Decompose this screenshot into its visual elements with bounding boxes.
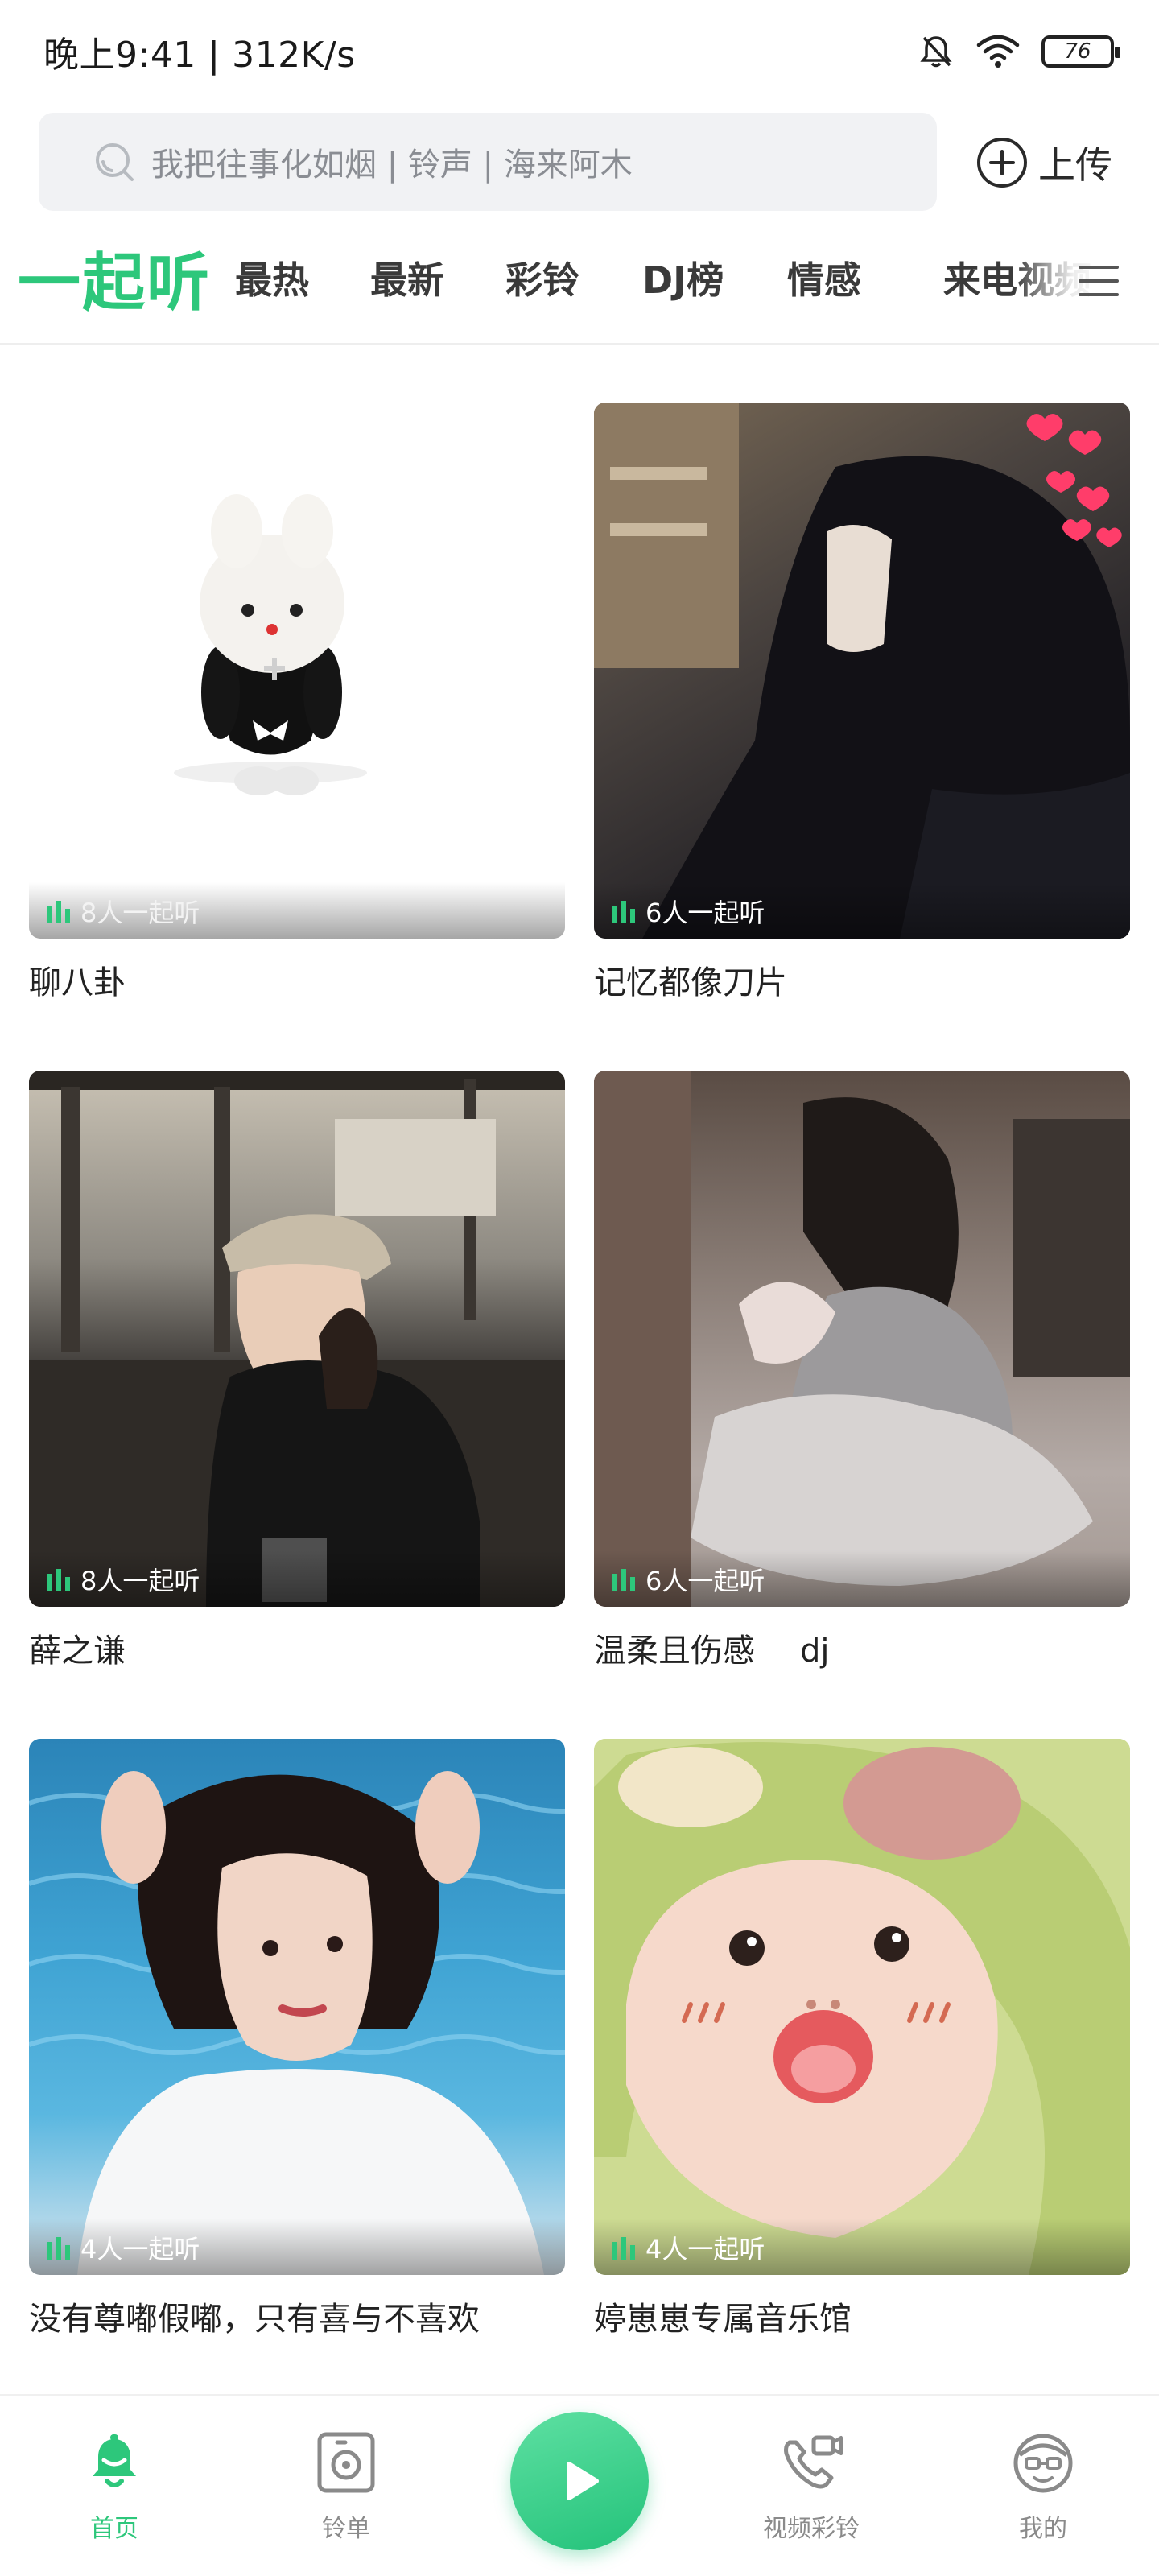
room-cover-image: 4人一起听	[29, 1739, 565, 2275]
play-button[interactable]	[510, 2412, 649, 2550]
baby-dino-hood-photo	[594, 1739, 1130, 2275]
room-cover-image: 6人一起听	[594, 402, 1130, 939]
room-cover-image: 6人一起听	[594, 1071, 1130, 1607]
listener-count: 8人一起听	[45, 894, 200, 929]
room-cover-image: 8人一起听	[29, 1071, 565, 1607]
upload-label: 上传	[1038, 143, 1112, 187]
mute-bell-icon	[920, 36, 952, 68]
sound-bars-icon	[47, 1569, 70, 1591]
play-icon	[567, 2462, 599, 2500]
menu-icon[interactable]	[1075, 258, 1122, 304]
room-title: 温柔且伤感 dj	[594, 1624, 1130, 1671]
search-input[interactable]: 我把往事化如烟 | 铃声 | 海来阿木	[39, 113, 937, 211]
girl-pool-photo	[29, 1771, 565, 2275]
room-card[interactable]: 6人一起听 记忆都像刀片	[594, 402, 1130, 1003]
room-card[interactable]: 6人一起听 温柔且伤感 dj	[594, 1071, 1130, 1671]
room-title: 聊八卦	[29, 964, 126, 1001]
tab-color-ring[interactable]: 彩铃	[505, 233, 580, 322]
listener-count-text: 4人一起听	[80, 2234, 200, 2264]
nav-profile[interactable]: 我的	[963, 2428, 1124, 2544]
search-row: 我把往事化如烟 | 铃声 | 海来阿木 上传	[0, 113, 1159, 214]
room-cover-image: 4人一起听	[594, 1739, 1130, 2275]
room-title: 记忆都像刀片	[594, 964, 787, 1001]
nav-home-label: 首页	[90, 2515, 138, 2543]
profile-face-icon	[1013, 2434, 1073, 2493]
room-card[interactable]: 8人一起听 薛之谦	[29, 1071, 565, 1671]
listener-count-text: 6人一起听	[645, 1566, 765, 1596]
sound-bars-icon	[612, 2237, 635, 2260]
tab-emotion[interactable]: 情感	[787, 233, 861, 322]
listener-count-text: 6人一起听	[645, 898, 765, 928]
room-card[interactable]: 8人一起听 聊八卦	[29, 402, 565, 1003]
listener-count: 4人一起听	[45, 2230, 200, 2265]
tab-newest[interactable]: 最新	[370, 233, 444, 322]
listener-count-text: 8人一起听	[80, 898, 200, 928]
nav-video-ringtone-label: 视频彩铃	[763, 2515, 860, 2543]
room-title: 薛之谦	[29, 1633, 126, 1670]
nav-playlist[interactable]: 铃单	[266, 2428, 427, 2544]
plus-circle-icon	[977, 138, 1027, 188]
sound-bars-icon	[612, 901, 635, 923]
tab-dj-chart[interactable]: DJ榜	[642, 233, 724, 322]
nav-home[interactable]: 首页	[34, 2428, 195, 2544]
room-card[interactable]: 4人一起听 没有尊嘟假嘟，只有喜与不喜欢	[29, 1739, 565, 2339]
room-title: 婷崽崽专属音乐馆	[594, 2301, 852, 2338]
battery-icon: 76	[1041, 35, 1120, 68]
listener-count-text: 8人一起听	[80, 1566, 200, 1596]
girl-white-dress-photo	[594, 1071, 1130, 1607]
room-card[interactable]: 4人一起听 婷崽崽专属音乐馆	[594, 1739, 1130, 2339]
status-icons: 76	[918, 29, 1120, 74]
room-title-text: 温柔且伤感	[594, 1633, 755, 1670]
speaker-icon	[317, 2432, 375, 2493]
sound-bars-icon	[612, 1569, 635, 1591]
search-placeholder: 我把往事化如烟 | 铃声 | 海来阿木	[151, 147, 633, 184]
listener-count: 4人一起听	[610, 2230, 765, 2265]
listener-count-text: 4人一起听	[645, 2234, 765, 2264]
bunny-figure-illustration	[174, 494, 367, 795]
category-tabs: 一起听 最热 最新 彩铃 DJ榜 情感 来电视频	[0, 233, 1159, 346]
nav-video-ringtone[interactable]: 视频彩铃	[731, 2428, 892, 2544]
header-divider	[0, 343, 1159, 345]
room-title-suffix: dj	[800, 1633, 830, 1670]
bottom-nav: 首页 铃单 视频彩铃 我的	[0, 2394, 1159, 2576]
status-bar: 晚上9:41 | 312K/s 76	[0, 0, 1159, 100]
girl-long-hair-photo	[594, 402, 1130, 939]
wifi-icon	[976, 35, 1020, 68]
nav-profile-label: 我的	[1019, 2515, 1067, 2543]
tab-listen-together[interactable]: 一起听	[18, 233, 211, 322]
video-call-icon	[784, 2435, 843, 2489]
search-icon	[96, 143, 134, 181]
room-cover-image: 8人一起听	[29, 402, 565, 939]
listener-count: 6人一起听	[610, 1562, 765, 1597]
bell-icon	[93, 2434, 136, 2487]
sound-bars-icon	[47, 901, 70, 923]
battery-level: 76	[1064, 39, 1091, 64]
nav-playlist-label: 铃单	[322, 2515, 370, 2543]
cafe-person-cap-photo	[29, 1071, 565, 1607]
upload-button[interactable]: 上传	[975, 132, 1112, 193]
listener-count: 6人一起听	[610, 894, 765, 929]
status-time: 晚上9:41 | 312K/s	[43, 35, 356, 76]
tab-hottest[interactable]: 最热	[235, 233, 309, 322]
room-title: 没有尊嘟假嘟，只有喜与不喜欢	[29, 2301, 480, 2338]
listener-count: 8人一起听	[45, 1562, 200, 1597]
sound-bars-icon	[47, 2237, 70, 2260]
